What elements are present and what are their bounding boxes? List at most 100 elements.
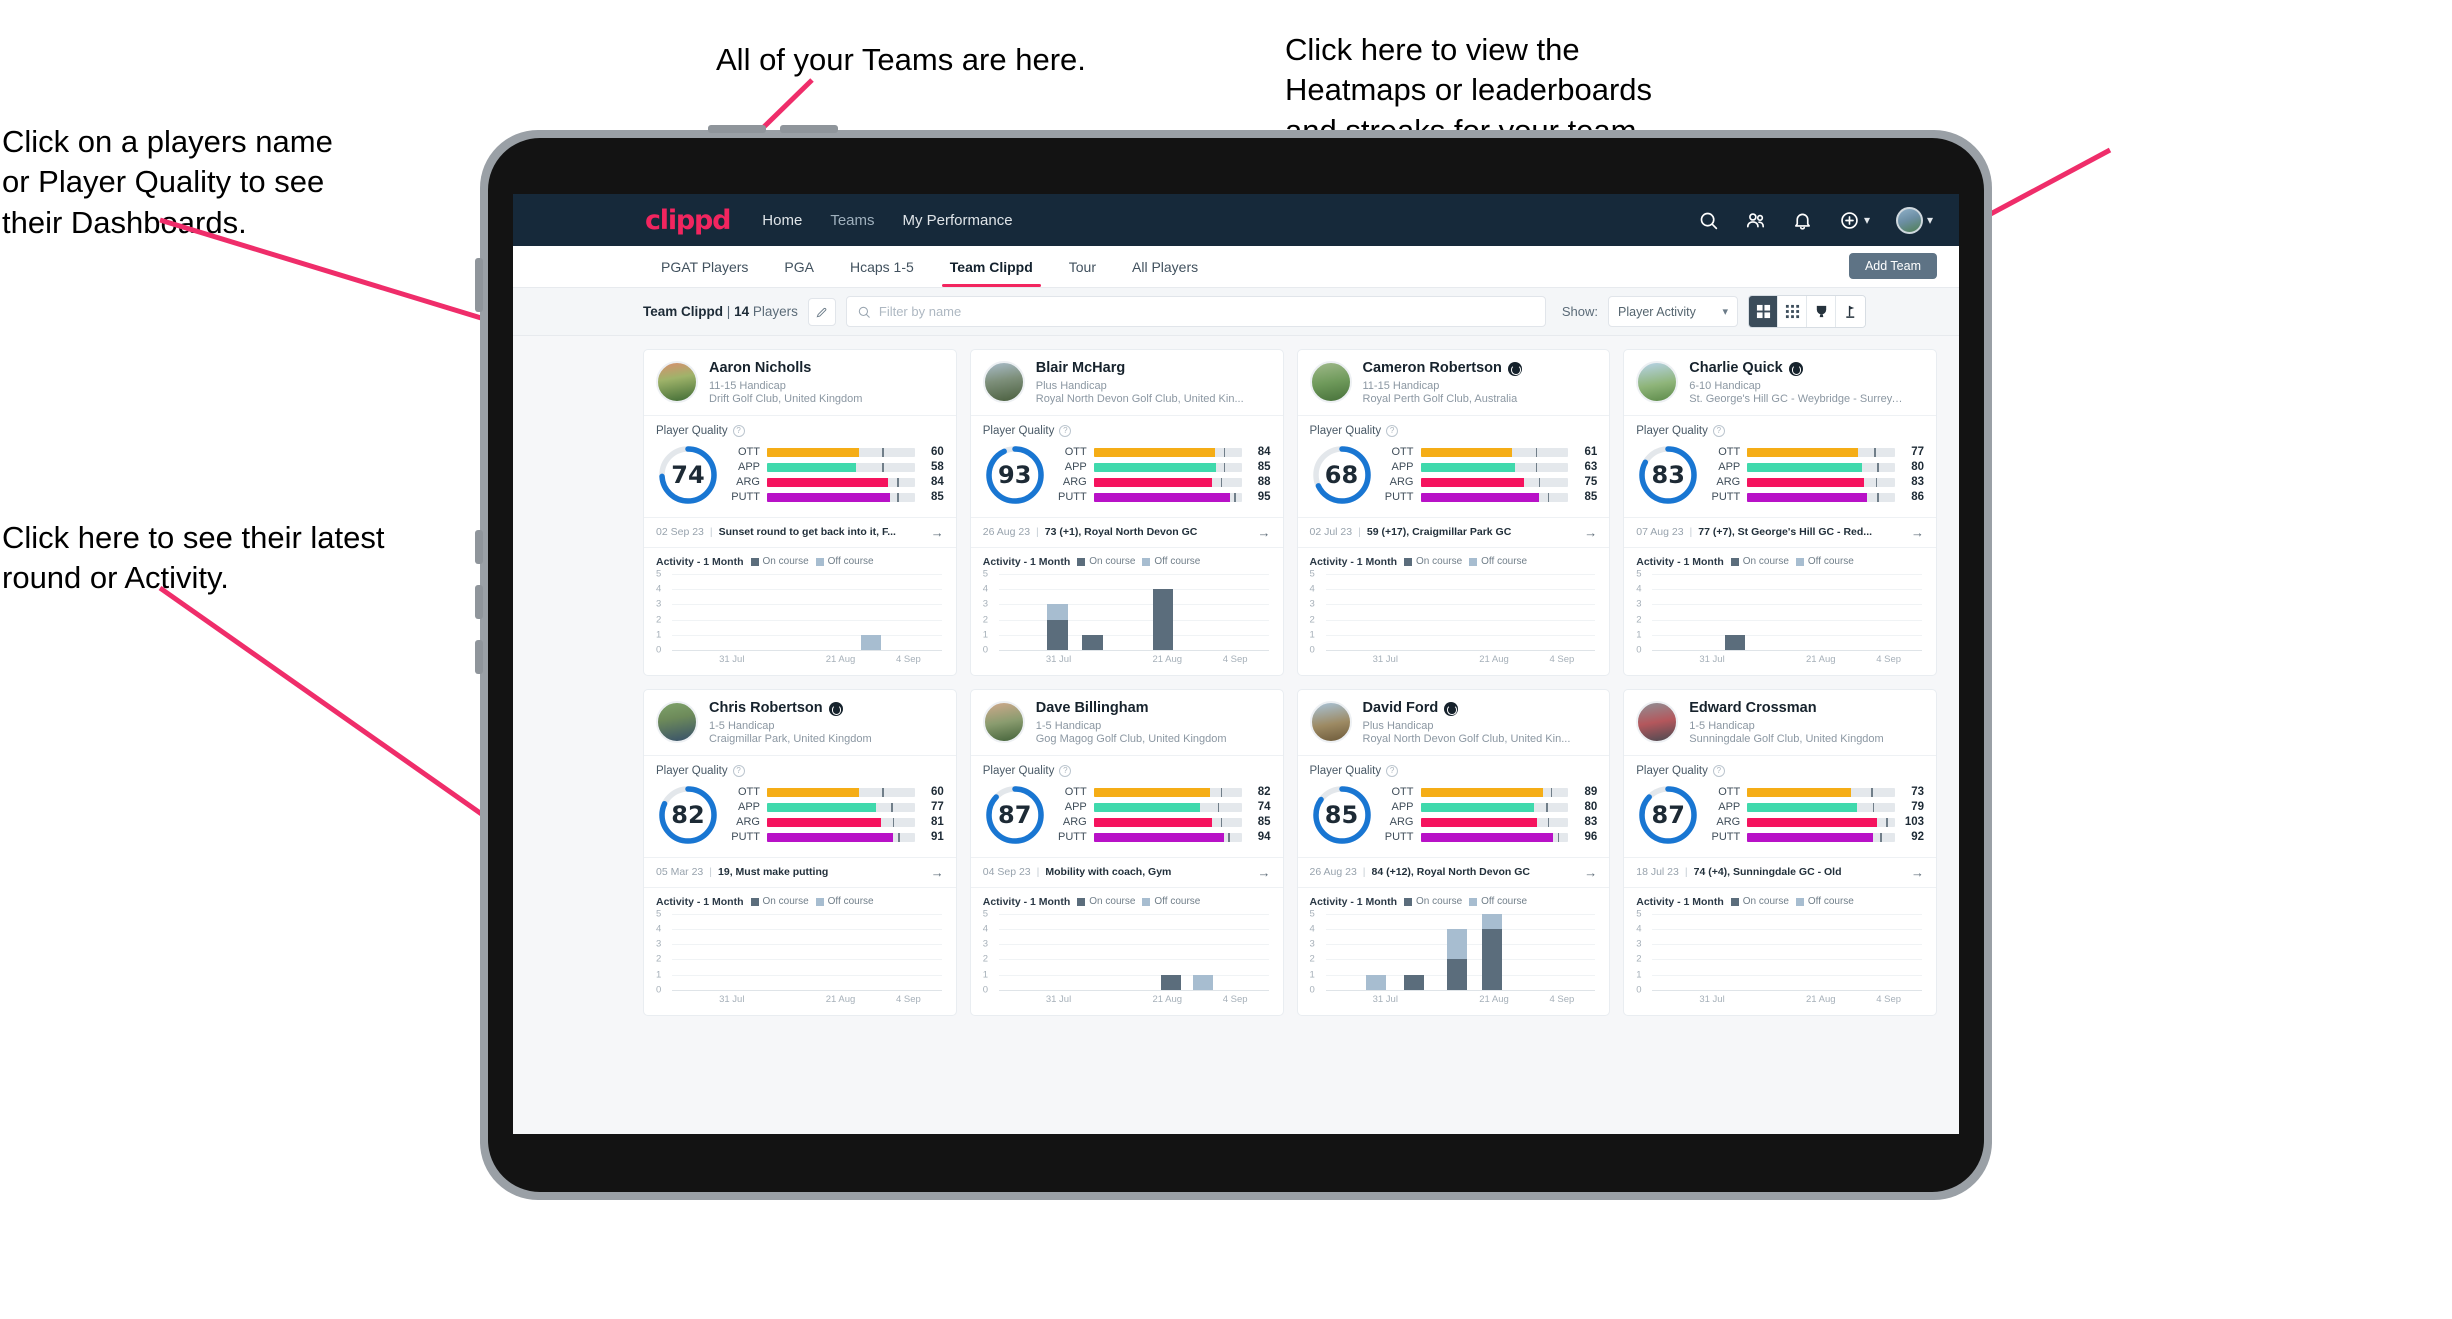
quality-metric-row: PUTT 94 [1057,831,1270,843]
avatar[interactable] [1309,361,1352,403]
tab-all-players[interactable]: All Players [1114,246,1216,287]
view-heatmap-button[interactable] [1836,296,1866,327]
player-card[interactable]: Chris Robertson 1-5 Handicap Craigmillar P… [643,688,957,1016]
edit-team-button[interactable] [807,297,836,326]
people-icon[interactable] [1745,210,1766,231]
player-handicap: 1-5 Handicap [1689,719,1755,732]
player-name[interactable]: David Ford [1363,700,1571,717]
tab-hcaps-1-5[interactable]: Hcaps 1-5 [832,246,932,287]
latest-round-row[interactable]: 04 Sep 23 | Mobility with coach, Gym → [970,856,1283,887]
show-select[interactable]: Player Activity ▾ [1608,296,1739,327]
player-quality-section[interactable]: Player Quality? 82 OTT 60 APP 77 ARG 81 PUTT 91 [644,754,956,857]
player-name[interactable]: Aaron Nicholls [709,360,862,377]
device-button-side-3[interactable] [475,585,483,619]
avatar[interactable] [656,361,698,403]
tab-pga[interactable]: PGA [766,246,832,287]
search-input[interactable]: Filter by name [845,296,1546,327]
player-card[interactable]: Dave Billingham 1-5 Handicap Gog Magog Gol… [969,688,1284,1016]
player-quality-section[interactable]: Player Quality? 74 OTT 60 APP 58 ARG 84 PUTT 85 [644,414,956,517]
metric-label: APP [1064,461,1087,474]
help-icon[interactable]: ? [732,424,745,437]
avatar[interactable] [1636,700,1679,743]
player-name[interactable]: Blair McHarg [1036,360,1244,377]
chart-bar [1403,974,1424,990]
avatar[interactable] [656,700,698,743]
device-button-top-1[interactable] [708,125,766,133]
avatar[interactable] [982,700,1025,743]
player-name[interactable]: Cameron Robertson [1363,360,1522,377]
bell-icon[interactable] [1792,210,1813,231]
view-leaderboard-button[interactable] [1807,296,1837,327]
tab-tour[interactable]: Tour [1051,246,1114,287]
plus-circle-icon[interactable] [1839,210,1860,231]
help-icon[interactable]: ? [1386,764,1399,777]
tab-team-clippd[interactable]: Team Clippd [932,246,1051,287]
avatar[interactable] [1309,700,1352,743]
metric-value: 60 [930,446,944,459]
help-icon[interactable]: ? [1386,424,1399,437]
player-name[interactable]: Chris Robertson [709,700,872,717]
arrow-right-icon[interactable]: → [931,865,944,880]
nav-teams[interactable]: Teams [830,212,874,229]
user-avatar[interactable] [1895,206,1923,234]
player-quality-section[interactable]: Player Quality? 85 OTT 89 APP 80 ARG 83 PUTT 96 [1297,754,1610,857]
quality-metric-row: APP 80 [1710,461,1924,473]
avatar[interactable] [1636,361,1679,403]
player-quality-section[interactable]: Player Quality? 93 OTT 84 APP 85 ARG 88 PUTT 95 [970,414,1283,517]
player-name[interactable]: Dave Billingham [1036,700,1227,717]
latest-round-row[interactable]: 18 Jul 23 | 74 (+4), Sunningdale GC - Old → [1624,856,1936,887]
latest-round-row[interactable]: 26 Aug 23 | 73 (+1), Royal North Devon GC → [970,516,1283,547]
metric-bar-fill [1747,492,1867,502]
view-grid-large-button[interactable] [1749,296,1779,327]
device-button-side-4[interactable] [475,640,483,674]
help-icon[interactable]: ? [1712,424,1725,437]
arrow-right-icon[interactable]: → [1584,525,1597,540]
player-quality-section[interactable]: Player Quality? 87 OTT 73 APP 79 ARG 103 PUTT 92 [1624,754,1936,857]
player-club: Craigmillar Park, United Kingdom [709,732,872,745]
latest-round-row[interactable]: 07 Aug 23 | 77 (+7), St George's Hill GC -… [1624,516,1936,547]
player-name[interactable]: Edward Crossman [1689,700,1883,717]
player-quality-section[interactable]: Player Quality? 68 OTT 61 APP 63 ARG 75 PUTT 85 [1297,414,1610,517]
player-card[interactable]: Charlie Quick 6-10 Handicap St. George's H… [1623,349,1937,676]
arrow-right-icon[interactable]: → [1258,865,1271,880]
player-card[interactable]: David Ford Plus Handicap Royal North Devon… [1296,688,1611,1016]
player-card[interactable]: Blair McHarg Plus Handicap Royal North Dev… [969,349,1284,676]
player-quality-section[interactable]: Player Quality? 87 OTT 82 APP 74 ARG 85 PUTT 94 [970,754,1283,857]
latest-round-row[interactable]: 02 Jul 23 | 59 (+17), Craigmillar Park GC → [1297,516,1610,547]
add-team-button[interactable]: Add Team [1848,253,1937,279]
player-card[interactable]: Aaron Nicholls 11-15 Handicap Drift Golf C… [643,349,957,676]
nav-home[interactable]: Home [762,212,802,229]
account-menu[interactable]: ▾ [1895,206,1933,234]
arrow-right-icon[interactable]: → [1258,525,1271,540]
help-icon[interactable]: ? [1059,764,1072,777]
activity-bar-chart: 5 4 3 2 1 0 [983,568,1271,655]
player-quality-section[interactable]: Player Quality? 83 OTT 77 APP 80 ARG 83 PUTT 86 [1624,414,1936,517]
device-button-side-2[interactable] [475,530,483,564]
legend-swatch [1730,557,1739,566]
metric-bar-fill [1093,462,1217,472]
arrow-right-icon[interactable]: → [1911,525,1924,540]
help-icon[interactable]: ? [732,764,745,777]
help-icon[interactable]: ? [1059,424,1072,437]
latest-round-row[interactable]: 02 Sep 23 | Sunset round to get back into … [644,516,956,547]
nav-my-performance[interactable]: My Performance [903,212,1013,229]
chart-bar [1082,634,1103,650]
search-icon[interactable] [1698,210,1719,231]
player-name[interactable]: Charlie Quick [1689,360,1904,377]
arrow-right-icon[interactable]: → [1911,865,1924,880]
activity-chart-title: Activity - 1 Month [656,555,744,568]
view-grid-small-button[interactable] [1778,296,1808,327]
add-menu[interactable]: ▾ [1839,210,1870,231]
latest-round-row[interactable]: 05 Mar 23 | 19, Must make putting → [644,856,956,887]
device-button-top-2[interactable] [780,125,838,133]
arrow-right-icon[interactable]: → [931,525,944,540]
latest-round-row[interactable]: 26 Aug 23 | 84 (+12), Royal North Devon GC… [1297,856,1610,887]
help-icon[interactable]: ? [1712,764,1725,777]
arrow-right-icon[interactable]: → [1584,865,1597,880]
tab-pgat-players[interactable]: PGAT Players [643,246,766,287]
clippd-logo[interactable]: clippd [645,205,732,236]
player-card[interactable]: Edward Crossman 1-5 Handicap Sunningdale G… [1623,688,1937,1016]
device-button-side-1[interactable] [475,258,483,312]
player-card[interactable]: Cameron Robertson 11-15 Handicap Royal Per… [1296,349,1611,676]
avatar[interactable] [982,361,1025,403]
